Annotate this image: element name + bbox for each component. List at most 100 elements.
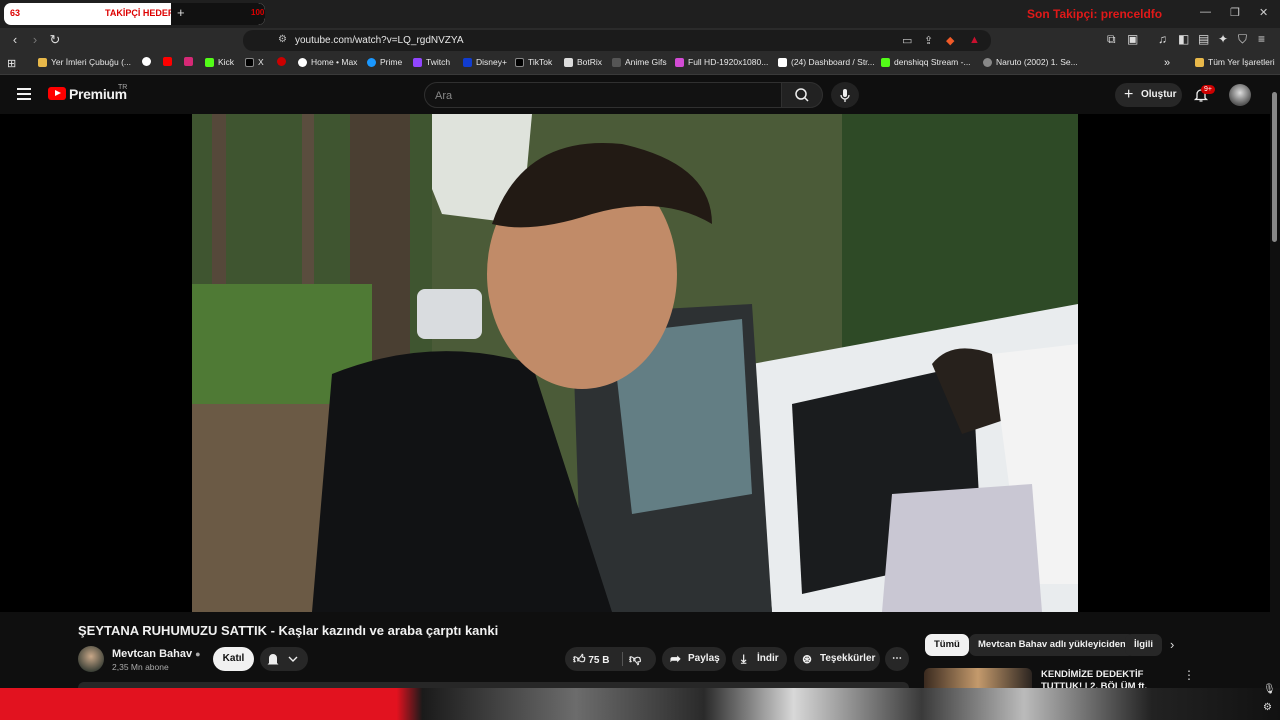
bookmark-fullhd[interactable]: Full HD-1920x1080... — [675, 57, 768, 67]
leo-ai-icon[interactable]: ✦ — [1218, 32, 1228, 46]
last-follower-overlay: Son Takipçi: prenceldfo — [1027, 7, 1163, 21]
bookmark-anime-gifs[interactable]: Anime Gifs — [612, 57, 667, 67]
wallet-icon[interactable]: ▤ — [1198, 32, 1209, 46]
bookmark-folder[interactable]: Yer İmleri Çubuğu (... — [38, 57, 131, 67]
brave-rewards-icon[interactable]: ▲ — [969, 34, 980, 46]
voice-search-button[interactable] — [831, 82, 859, 108]
bookmark-instagram[interactable] — [184, 57, 193, 66]
bottom-overlay-banner — [0, 688, 1280, 720]
site-info-icon[interactable]: ⚙ — [278, 34, 287, 45]
minimize-icon[interactable]: — — [1200, 6, 1211, 18]
notification-badge: 9+ — [1201, 85, 1215, 94]
subscriber-count: 2,35 Mn abone — [112, 662, 169, 672]
bookmark-max[interactable]: Home • Max — [298, 57, 357, 67]
reload-icon[interactable]: ↻ — [47, 32, 63, 48]
chip-all[interactable]: Tümü — [925, 634, 969, 656]
youtube-logo-icon[interactable] — [48, 87, 66, 100]
region-code: TR — [118, 84, 128, 91]
close-icon[interactable]: ✕ — [1259, 6, 1268, 19]
verified-icon: ● — [195, 649, 201, 659]
share-label: Paylaş — [688, 653, 720, 664]
folder-icon — [1195, 57, 1204, 67]
address-toolbar: ‹ › ↻ ⚙ youtube.com/watch?v=LQ_rgdNVZYA … — [0, 28, 1280, 53]
guide-menu-icon[interactable] — [17, 88, 31, 103]
scrollbar-thumb[interactable] — [1272, 92, 1277, 242]
bookmark-unknown[interactable] — [277, 57, 286, 66]
apps-icon[interactable]: ⊞ — [7, 57, 16, 70]
microphone-icon — [840, 89, 850, 102]
like-count: 75 B — [588, 655, 610, 666]
join-button[interactable]: Katıl — [213, 647, 254, 671]
sidebar-icon[interactable]: ◧ — [1178, 32, 1189, 46]
chevron-right-icon[interactable]: › — [1170, 637, 1174, 652]
video-player[interactable] — [192, 114, 1078, 612]
thanks-button[interactable]: ⊛ Teşekkürler — [794, 647, 880, 671]
bookmark-x[interactable]: X — [245, 57, 264, 67]
bookmark-youtube[interactable] — [163, 57, 172, 66]
tab-search-icon[interactable]: ▣ — [1127, 32, 1138, 46]
settings-status-icon: ⚙ — [1263, 702, 1272, 713]
bookmark-twitch[interactable]: Twitch — [413, 57, 450, 67]
extensions-icon[interactable]: ⧉ — [1107, 32, 1116, 47]
thumbs-down-icon[interactable]: 👎︎ — [629, 647, 641, 671]
url-bar[interactable]: ⚙ youtube.com/watch?v=LQ_rgdNVZYA ▭ ⇪ ◆ … — [243, 30, 991, 51]
new-tab-button[interactable]: + — [177, 5, 185, 20]
bookmark-botrix[interactable]: BotRix — [564, 57, 602, 67]
subscription-bell-button[interactable] — [260, 647, 308, 671]
media-icon[interactable]: ♫ — [1158, 32, 1167, 46]
brave-shields-icon[interactable]: ◆ — [946, 34, 954, 47]
follower-goal-max: 100 — [251, 8, 265, 17]
like-dislike-group: 👍︎ 75 B 👎︎ — [565, 647, 656, 671]
thumbs-up-icon: 👍︎ — [573, 652, 586, 666]
forward-icon[interactable]: › — [27, 32, 43, 48]
like-button[interactable]: 👍︎ 75 B — [573, 647, 609, 673]
prime-icon — [367, 57, 376, 67]
more-actions-button[interactable]: ⋯ — [885, 647, 909, 671]
restore-icon[interactable]: ❐ — [1230, 6, 1240, 19]
bookmark-disney[interactable]: Disney+ — [463, 57, 507, 67]
google-icon — [142, 57, 151, 66]
channel-name[interactable]: Mevtcan Bahav ● — [112, 648, 201, 660]
search-input[interactable]: Ara — [424, 82, 782, 108]
share-button[interactable]: ➦ Paylaş — [662, 647, 726, 671]
all-bookmarks[interactable]: Tüm Yer İşaretleri — [1195, 57, 1275, 67]
bookmark-denshiqq[interactable]: denshiqq Stream -... — [881, 57, 971, 67]
twitch-icon — [413, 57, 422, 67]
bookmark-dashboard[interactable]: (24) Dashboard / Str... — [778, 57, 875, 67]
bookmark-naruto[interactable]: Naruto (2002) 1. Se... — [983, 57, 1078, 67]
download-button[interactable]: ⤓ İndir — [732, 647, 787, 671]
share-page-icon[interactable]: ⇪ — [924, 34, 933, 47]
folder-icon — [38, 57, 47, 67]
search-icon — [795, 88, 809, 102]
cast-icon[interactable]: ▭ — [902, 34, 912, 47]
recommendation-menu-icon[interactable]: ⋮ — [1183, 668, 1195, 682]
chip-from-uploader[interactable]: Mevtcan Bahav adlı yükleyiciden — [969, 634, 1135, 656]
anime-gifs-icon — [612, 57, 621, 67]
create-button[interactable]: + Oluştur — [1115, 83, 1182, 107]
recommendation-title[interactable]: KENDİMİZE DEDEKTİF TUTTUK! | 2. BÖLÜM ft… — [1041, 669, 1181, 688]
bookmark-tiktok[interactable]: TikTok — [515, 57, 552, 67]
youtube-icon — [163, 57, 172, 66]
channel-avatar[interactable] — [78, 646, 104, 672]
chip-related[interactable]: İlgili — [1125, 634, 1162, 656]
back-icon[interactable]: ‹ — [7, 32, 23, 48]
menu-icon[interactable]: ≡ — [1258, 32, 1265, 46]
search-button[interactable] — [781, 82, 823, 108]
create-label: Oluştur — [1141, 89, 1177, 100]
bookmarks-overflow[interactable]: » — [1164, 57, 1170, 69]
browser-tab[interactable]: 63 TAKİPÇİ HEDEF + 100 — [4, 3, 265, 25]
video-title: ŞEYTANA RUHUMUZU SATTIK - Kaşlar kazındı… — [78, 623, 499, 638]
follower-goal-label: TAKİPÇİ HEDEF — [105, 8, 174, 18]
recommendation-thumbnail[interactable] — [924, 668, 1032, 688]
account-avatar[interactable] — [1229, 84, 1251, 106]
disney-icon — [463, 57, 472, 67]
tiktok-icon — [515, 57, 524, 67]
vpn-icon[interactable]: ⛉ — [1238, 32, 1247, 47]
super-thanks-icon: ⊛ — [802, 652, 813, 666]
bookmark-prime[interactable]: Prime — [367, 57, 402, 67]
browser-titlebar: 63 TAKİPÇİ HEDEF + 100 Son Takipçi: pren… — [0, 0, 1280, 28]
dashboard-icon — [778, 57, 787, 67]
download-icon: ⤓ — [741, 652, 747, 666]
bookmark-google[interactable] — [142, 57, 151, 66]
bookmark-kick[interactable]: Kick — [205, 57, 234, 67]
